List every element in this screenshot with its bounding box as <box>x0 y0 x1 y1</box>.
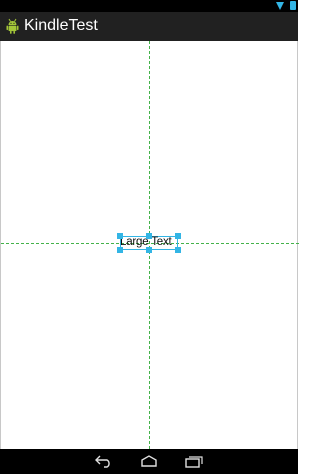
resize-handle-bottom-right[interactable] <box>175 247 181 253</box>
resize-handle-top-center[interactable] <box>146 233 152 239</box>
recent-apps-icon[interactable] <box>183 454 205 468</box>
back-icon[interactable] <box>93 454 115 468</box>
app-title: KindleTest <box>24 17 98 34</box>
status-bar <box>0 0 298 12</box>
home-icon[interactable] <box>138 454 160 468</box>
resize-handle-top-right[interactable] <box>175 233 181 239</box>
action-bar: KindleTest <box>0 12 298 41</box>
resize-handle-bottom-left[interactable] <box>117 247 123 253</box>
wifi-icon <box>276 2 284 10</box>
resize-handle-top-left[interactable] <box>117 233 123 239</box>
battery-icon <box>290 1 296 10</box>
resize-handle-bottom-center[interactable] <box>146 247 152 253</box>
navigation-bar <box>0 449 298 474</box>
android-icon <box>6 18 19 34</box>
layout-canvas[interactable]: Large Text <box>0 41 299 449</box>
